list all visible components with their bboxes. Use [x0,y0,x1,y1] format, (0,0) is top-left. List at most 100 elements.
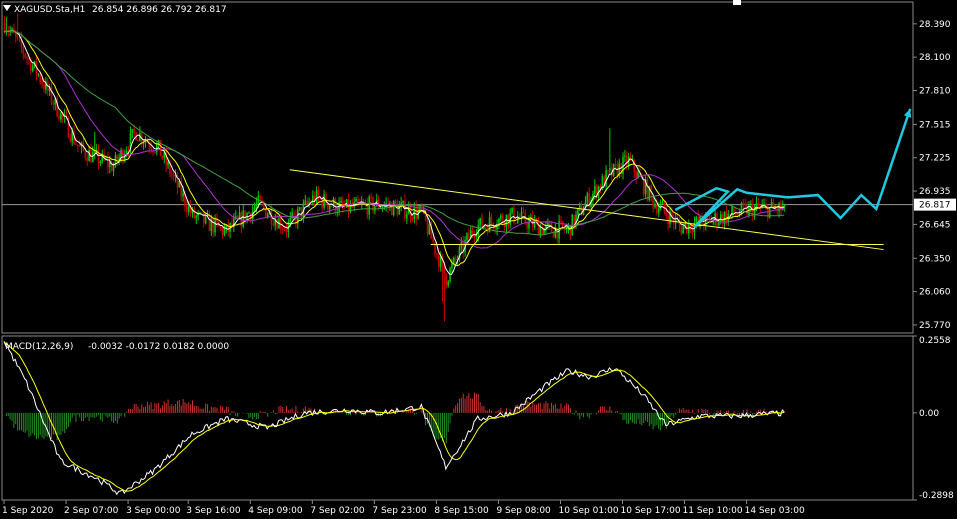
candle [77,144,79,153]
candle [317,186,320,202]
candle [400,196,402,212]
candle [511,207,513,215]
scroll-marker-icon[interactable] [733,0,741,5]
time-tick-label: 14 Sep 03:00 [745,506,805,516]
candle [349,200,352,214]
candle [481,213,483,229]
candle [449,266,451,284]
price-tick-label: 25.770 [919,321,951,331]
candle [186,200,188,218]
candle [744,198,747,208]
candle [201,212,203,214]
candle [86,151,89,167]
macd-values: -0.0032 -0.0172 0.0182 0.0000 [88,342,229,352]
candle [370,192,372,202]
candle [274,213,277,231]
candle [278,215,280,229]
candle [180,175,183,202]
candle [171,170,173,181]
candle [240,210,243,234]
candle [513,205,515,225]
candle [772,197,775,208]
candle [227,218,230,237]
candle [246,211,248,224]
chart-menu-icon[interactable] [3,5,11,11]
price-tick-label: 28.390 [919,20,951,30]
price-tick-label: 27.225 [919,154,951,164]
candlesticks [3,13,786,322]
candle [563,223,566,234]
macd-tick-label: 0.2558 [919,336,951,346]
time-tick-label: 3 Sep 00:00 [126,506,181,516]
candle [272,218,275,228]
candle [193,206,196,220]
candle [605,165,607,191]
time-tick-label: 9 Sep 08:00 [496,506,551,516]
candle [451,258,453,273]
candle [195,214,198,225]
candle [703,220,705,232]
candle [515,222,517,224]
projection-arrows [674,108,912,229]
time-tick-label: 10 Sep 17:00 [621,506,681,516]
candle [144,135,147,148]
candle [80,141,83,154]
candle [436,252,438,261]
candle [757,197,760,209]
candle [212,216,214,238]
price-tick-label: 26.645 [919,220,951,230]
candle [315,186,318,205]
projection-path [674,108,912,229]
candle [107,151,109,174]
candle [122,148,124,165]
candle [458,244,461,262]
candle [137,139,139,142]
candle [609,128,611,174]
candle [520,207,523,224]
candle [746,201,748,217]
candle [26,55,28,65]
candle [541,223,543,236]
time-tick-label: 4 Sep 09:00 [248,506,303,516]
symbol-label: XAGUSD.Sta,H1 [14,5,85,15]
candle [402,200,404,205]
candle [60,111,62,123]
candle [46,77,49,96]
candle [48,83,51,96]
candle [368,194,371,220]
time-tick-label: 2 Sep 07:00 [64,506,119,516]
candle [231,217,233,230]
candle [635,169,637,185]
price-tick-label: 26.350 [919,254,951,264]
candle [58,109,60,122]
candle [154,151,156,155]
candle [306,197,308,207]
candle [783,203,786,212]
candle [588,187,590,212]
macd-label: MACD(12,26,9) [5,342,73,352]
ohlc-readout: 26.854 26.896 26.792 26.817 [92,5,227,15]
macd-tick-label: -0.2898 [919,491,954,501]
candle [285,223,288,238]
price-tick-label: 26.935 [919,187,951,197]
candle [31,62,34,73]
candle [97,144,100,170]
candle [208,210,211,231]
candle [11,26,13,34]
candle [90,143,92,163]
candle [37,72,40,78]
candle [473,230,476,243]
time-tick-label: 7 Sep 02:00 [310,506,365,516]
candle [374,205,376,215]
candle [443,261,446,322]
candle [496,219,498,236]
candle [782,200,784,211]
trading-chart[interactable]: 28.390 28.100 27.810 27.515 27.225 26.935 26.6… [0,0,957,519]
candle [125,146,128,158]
candle [248,211,250,214]
candle [355,196,357,202]
candle [229,222,231,239]
candle [313,191,316,206]
candle [723,211,726,230]
candle [498,217,500,230]
